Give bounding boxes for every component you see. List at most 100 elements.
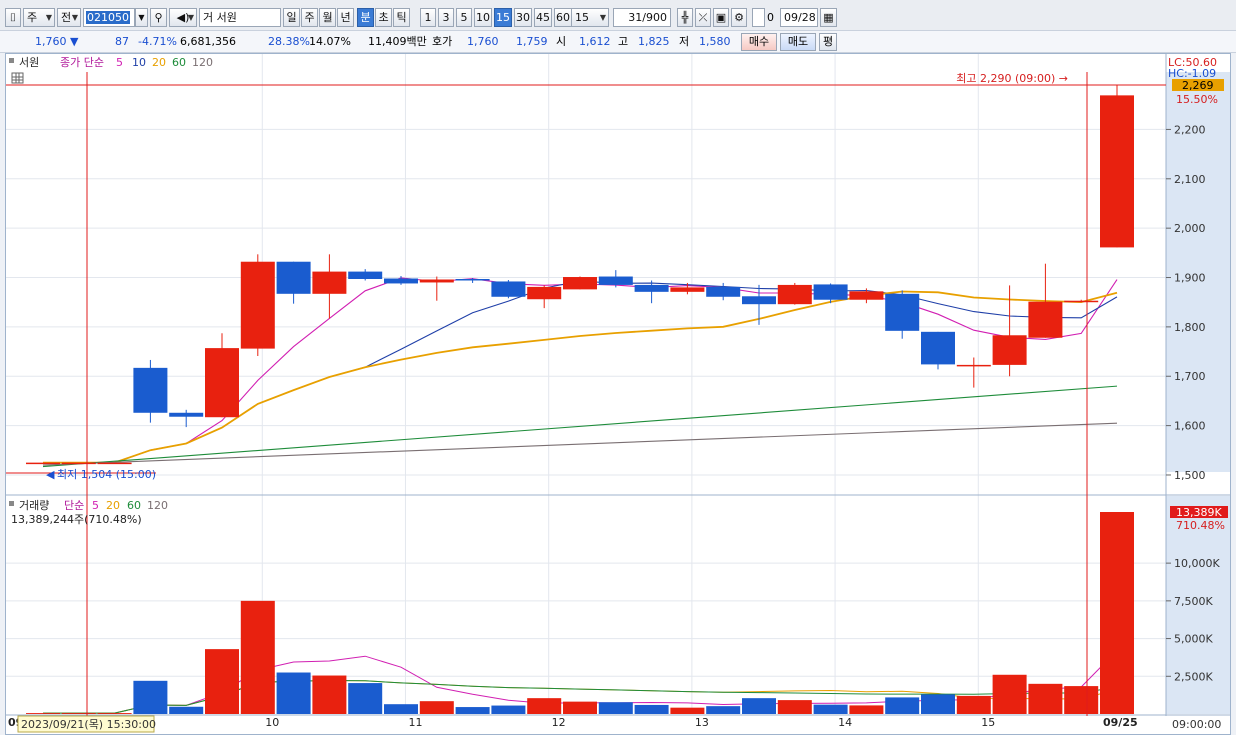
period-button-5[interactable]: 초	[375, 8, 392, 27]
high-label: 고	[618, 35, 629, 48]
code-dropdown-button[interactable]: ▼	[135, 8, 148, 27]
interval-select[interactable]: 15	[571, 8, 609, 27]
candle-body	[992, 335, 1027, 365]
candle-body	[598, 276, 633, 285]
hoga-label: 호가	[432, 35, 453, 48]
volume-tick-label: 7,500K	[1174, 595, 1213, 608]
chart-canvas[interactable]: 2,200 2,100 2,000 1,900 1,800 1,700 1,600 1,500…	[6, 54, 1230, 734]
volume-bar	[670, 707, 705, 714]
volume-bar	[563, 701, 597, 714]
scope-select[interactable]: 전	[57, 8, 81, 27]
volume-bar	[992, 674, 1027, 714]
y-tick-label: 2,100	[1174, 173, 1206, 186]
candle-icon[interactable]: ╬	[677, 8, 693, 27]
interval-button-3[interactable]: 3	[438, 8, 454, 27]
y-tick-label: 2,000	[1174, 222, 1206, 235]
interval-button-5[interactable]: 5	[456, 8, 472, 27]
count-field[interactable]: 31/900	[613, 8, 671, 27]
market-select[interactable]: 주	[23, 8, 55, 27]
period-button-3[interactable]: 년	[337, 8, 354, 27]
ma-line-120	[42, 422, 1118, 466]
period-button-6[interactable]: 틱	[393, 8, 410, 27]
volume-legend: 거래량 단순 5 20 60 120 13,389,244주(710.48%)	[9, 499, 168, 526]
interval-button-30[interactable]: 30	[514, 8, 532, 27]
interval-button-1[interactable]: 1	[420, 8, 436, 27]
speaker-icon[interactable]: ◀)	[169, 8, 197, 27]
period-button-4[interactable]: 분	[357, 8, 374, 27]
stock-name-field[interactable]: 거 서원	[199, 8, 281, 27]
volume-current-tag: 13,389K	[1176, 506, 1222, 519]
candle-body	[1100, 95, 1134, 248]
main-toolbar: ⌷ 주 전 021050 ▼ ⚲ ◀) 거 서원 일주월년분초틱 1351015…	[0, 0, 1236, 31]
sell-button[interactable]: 매도	[780, 33, 816, 51]
volume-bar	[742, 698, 776, 714]
period-button-1[interactable]: 주	[301, 8, 318, 27]
moving-averages	[42, 277, 1118, 468]
volume-bars[interactable]	[26, 512, 1134, 714]
volume-bar	[813, 704, 848, 714]
candle-body	[384, 278, 418, 284]
candle-body	[1028, 301, 1063, 338]
x-axis-label: 14	[838, 716, 852, 729]
volume-legend-ma-60: 60	[127, 499, 141, 512]
candle-body	[670, 287, 705, 292]
candle-body	[419, 279, 454, 283]
volume-bar	[312, 675, 347, 714]
x-axis-label: 10	[265, 716, 279, 729]
date-field[interactable]: 09/28	[780, 8, 818, 27]
volume-tick-label: 2,500K	[1174, 670, 1213, 683]
x-axis-label: 09/25	[1103, 716, 1138, 729]
chart-menu-icon[interactable]: ⌷	[5, 8, 21, 27]
period-button-0[interactable]: 일	[283, 8, 300, 27]
search-icon[interactable]: ⚲	[150, 8, 167, 27]
chart-area[interactable]: 2,200 2,100 2,000 1,900 1,800 1,700 1,600 1,500…	[5, 53, 1231, 735]
candles[interactable]	[26, 85, 1134, 465]
volume-value: 6,681,356	[180, 35, 236, 48]
volume-bar	[1100, 512, 1134, 714]
candle-body	[563, 277, 597, 290]
legend-ma-10: 10	[132, 56, 146, 69]
high-value: 1,825	[638, 35, 670, 48]
candle-body	[205, 348, 239, 418]
volume-bar	[598, 702, 633, 714]
volume-bar	[885, 697, 920, 714]
interval-button-45[interactable]: 45	[534, 8, 552, 27]
x-axis-labels: 09 10 11 12 13 14 15 09/25	[8, 716, 1138, 729]
y-tick-label: 1,800	[1174, 321, 1206, 334]
volume-bar	[777, 700, 812, 714]
interval-button-15[interactable]: 15	[494, 8, 512, 27]
grid	[6, 54, 1166, 714]
down-arrow-icon: ▼	[70, 35, 79, 48]
y-tick-label: 1,500	[1174, 469, 1206, 482]
buy-button[interactable]: 매수	[741, 33, 777, 51]
gear-icon[interactable]: ⚙	[731, 8, 747, 27]
interval-button-10[interactable]: 10	[474, 8, 492, 27]
candle-body	[527, 286, 562, 300]
y-tick-label: 2,200	[1174, 123, 1206, 136]
candle-body	[97, 462, 132, 465]
candle-body	[348, 271, 383, 279]
save-icon[interactable]: ▣	[713, 8, 729, 27]
table-icon[interactable]	[11, 72, 24, 84]
interval-button-60[interactable]: 60	[554, 8, 572, 27]
scope-value: 전	[61, 11, 72, 24]
calendar-icon[interactable]: ▦	[820, 8, 837, 27]
legend-stock-name: 서원	[19, 56, 39, 69]
high-annotation: 최고 2,290 (09:00) →	[956, 72, 1068, 85]
legend-ma-120: 120	[192, 56, 213, 69]
period-button-2[interactable]: 월	[319, 8, 336, 27]
draw-icon[interactable]: ⤫	[695, 8, 711, 27]
low-annotation: 최저 1,504 (15:00)	[57, 468, 156, 481]
current-pct-tag: 15.50%	[1176, 93, 1218, 106]
candle-body	[634, 284, 669, 292]
price-change: 87	[115, 35, 129, 48]
average-button[interactable]: 평	[819, 33, 837, 51]
volume-legend-ma-5: 5	[92, 499, 99, 512]
count-value: 31/900	[628, 11, 667, 24]
y-tick-label: 1,900	[1174, 272, 1206, 285]
crosshair-time-label: 2023/09/21(목) 15:30:00	[21, 718, 156, 731]
stock-code-input[interactable]: 021050	[83, 8, 135, 27]
option-checkbox[interactable]	[752, 8, 765, 27]
x-axis-label: 13	[695, 716, 709, 729]
legend-ma-20: 20	[152, 56, 166, 69]
